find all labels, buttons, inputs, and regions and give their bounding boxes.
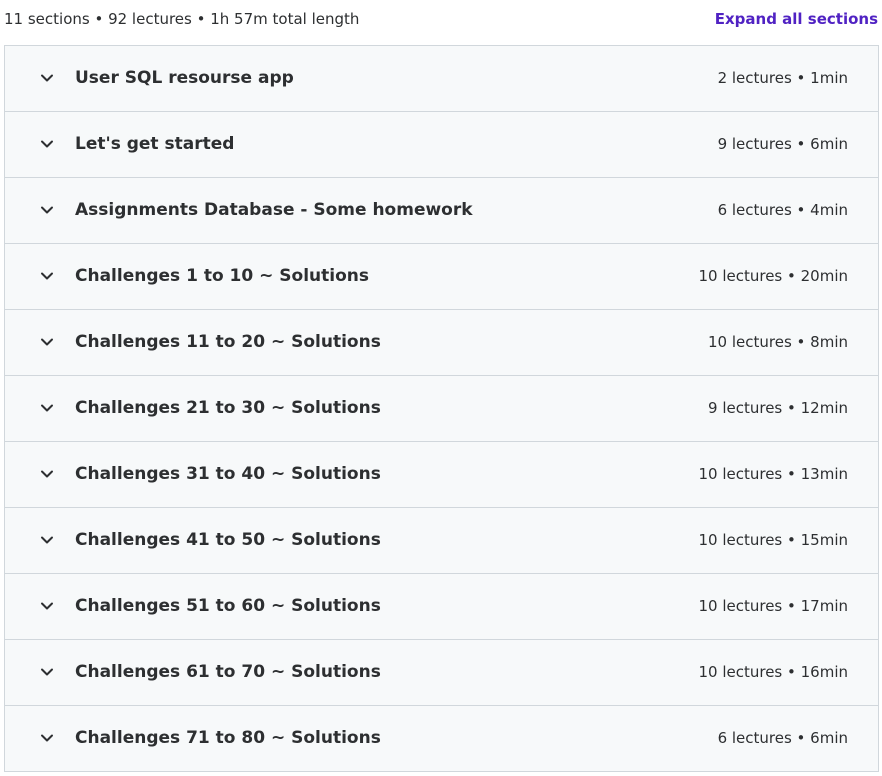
chevron-down-icon[interactable] — [39, 598, 55, 614]
curriculum-section[interactable]: Challenges 11 to 20 ~ Solutions 10 lectu… — [5, 310, 878, 376]
curriculum-section[interactable]: Challenges 1 to 10 ~ Solutions 10 lectur… — [5, 244, 878, 310]
curriculum-section[interactable]: Challenges 71 to 80 ~ Solutions 6 lectur… — [5, 706, 878, 772]
section-meta: 6 lectures • 6min — [717, 729, 848, 747]
section-meta: 10 lectures • 20min — [698, 267, 848, 285]
section-title: Challenges 71 to 80 ~ Solutions — [75, 728, 381, 748]
curriculum-section[interactable]: Challenges 21 to 30 ~ Solutions 9 lectur… — [5, 376, 878, 442]
course-summary: 11 sections • 92 lectures • 1h 57m total… — [4, 10, 360, 28]
section-meta: 10 lectures • 8min — [708, 333, 848, 351]
section-title: Challenges 31 to 40 ~ Solutions — [75, 464, 381, 484]
section-title: Challenges 51 to 60 ~ Solutions — [75, 596, 381, 616]
section-meta: 2 lectures • 1min — [717, 69, 848, 87]
chevron-down-icon[interactable] — [39, 268, 55, 284]
curriculum-section[interactable]: User SQL resourse app 2 lectures • 1min — [5, 46, 878, 112]
chevron-down-icon[interactable] — [39, 466, 55, 482]
chevron-down-icon[interactable] — [39, 730, 55, 746]
section-meta: 9 lectures • 12min — [708, 399, 848, 417]
section-title: Let's get started — [75, 134, 235, 154]
section-title: Challenges 21 to 30 ~ Solutions — [75, 398, 381, 418]
section-title: Challenges 41 to 50 ~ Solutions — [75, 530, 381, 550]
section-title: Challenges 61 to 70 ~ Solutions — [75, 662, 381, 682]
chevron-down-icon[interactable] — [39, 532, 55, 548]
section-meta: 10 lectures • 15min — [698, 531, 848, 549]
section-meta: 6 lectures • 4min — [717, 201, 848, 219]
section-title: User SQL resourse app — [75, 68, 294, 88]
chevron-down-icon[interactable] — [39, 136, 55, 152]
chevron-down-icon[interactable] — [39, 400, 55, 416]
chevron-down-icon[interactable] — [39, 664, 55, 680]
section-title: Assignments Database - Some homework — [75, 200, 473, 220]
section-title: Challenges 11 to 20 ~ Solutions — [75, 332, 381, 352]
course-content-page: 11 sections • 92 lectures • 1h 57m total… — [0, 0, 882, 776]
curriculum-section[interactable]: Challenges 31 to 40 ~ Solutions 10 lectu… — [5, 442, 878, 508]
course-content-header: 11 sections • 92 lectures • 1h 57m total… — [0, 0, 882, 44]
chevron-down-icon[interactable] — [39, 202, 55, 218]
section-meta: 10 lectures • 13min — [698, 465, 848, 483]
section-meta: 10 lectures • 16min — [698, 663, 848, 681]
curriculum-section[interactable]: Let's get started 9 lectures • 6min — [5, 112, 878, 178]
section-meta: 10 lectures • 17min — [698, 597, 848, 615]
curriculum-section[interactable]: Challenges 51 to 60 ~ Solutions 10 lectu… — [5, 574, 878, 640]
curriculum-section-list: User SQL resourse app 2 lectures • 1min … — [4, 45, 879, 772]
section-meta: 9 lectures • 6min — [717, 135, 848, 153]
section-title: Challenges 1 to 10 ~ Solutions — [75, 266, 369, 286]
chevron-down-icon[interactable] — [39, 334, 55, 350]
curriculum-section[interactable]: Assignments Database - Some homework 6 l… — [5, 178, 878, 244]
chevron-down-icon[interactable] — [39, 70, 55, 86]
curriculum-section[interactable]: Challenges 41 to 50 ~ Solutions 10 lectu… — [5, 508, 878, 574]
curriculum-section[interactable]: Challenges 61 to 70 ~ Solutions 10 lectu… — [5, 640, 878, 706]
expand-all-sections-button[interactable]: Expand all sections — [715, 9, 878, 29]
